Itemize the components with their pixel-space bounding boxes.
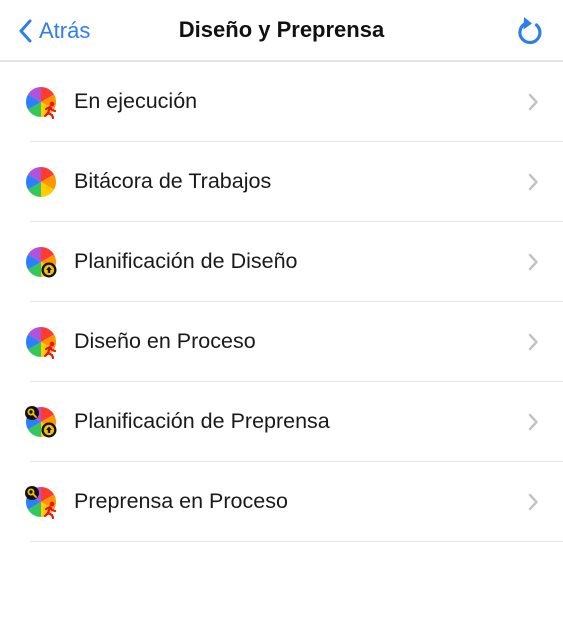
chevron-right-icon — [528, 253, 538, 270]
list-item-diseno-en-proceso[interactable]: Diseño en Proceso — [26, 302, 563, 382]
list-item-en-ejecucion[interactable]: En ejecución — [26, 62, 563, 142]
list-item-bitacora-de-trabajos[interactable]: Bitácora de Trabajos — [26, 142, 563, 222]
color-wheel-icon — [24, 165, 58, 199]
list-item-label: Planificación de Preprensa — [74, 409, 330, 433]
refresh-icon[interactable] — [515, 14, 545, 48]
list-item-label: Bitácora de Trabajos — [74, 169, 272, 193]
color-wheel-upload-icon — [24, 245, 58, 279]
color-wheel-runner-icon — [24, 325, 58, 359]
navigation-bar: Atrás Diseño y Preprensa — [0, 0, 563, 62]
list-item-label: Diseño en Proceso — [74, 329, 256, 353]
chevron-right-icon — [528, 493, 538, 510]
chevron-left-icon — [19, 19, 32, 43]
chevron-right-icon — [528, 93, 538, 110]
color-wheel-runner-icon — [24, 85, 58, 119]
back-button[interactable]: Atrás — [18, 16, 90, 46]
list-item-preprensa-en-proceso[interactable]: Preprensa en Proceso — [24, 462, 563, 542]
list-item-planificacion-de-preprensa[interactable]: Planificación de Preprensa — [24, 382, 563, 462]
chevron-right-icon — [528, 333, 538, 350]
list-item-label: En ejecución — [74, 89, 198, 113]
list-item-planificacion-de-diseno[interactable]: Planificación de Diseño — [26, 222, 563, 302]
menu-list: En ejecución Bitácora de Trabajos Planif… — [24, 62, 563, 542]
chevron-right-icon — [528, 173, 538, 190]
list-item-label: Preprensa en Proceso — [74, 489, 288, 513]
back-button-label: Atrás — [39, 18, 91, 43]
list-item-label: Planificación de Diseño — [74, 249, 298, 273]
color-wheel-key-runner-icon — [24, 484, 58, 519]
chevron-right-icon — [528, 413, 538, 430]
color-wheel-key-upload-icon — [24, 404, 58, 439]
